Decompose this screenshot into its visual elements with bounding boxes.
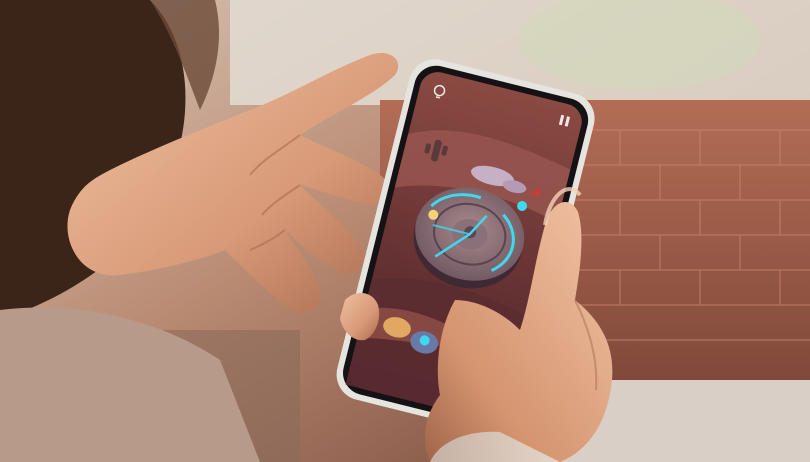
- photo-scene: [0, 0, 810, 462]
- photo-svg: [0, 0, 810, 462]
